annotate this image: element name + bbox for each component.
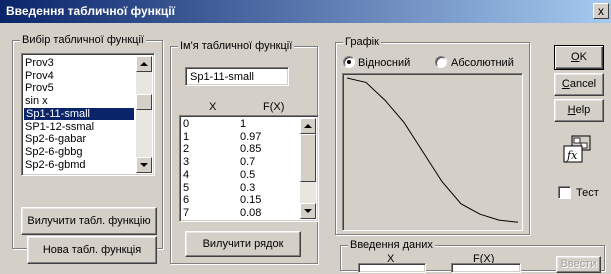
enter-button[interactable]: Ввести xyxy=(556,256,601,273)
table-cell-fx: 0.08 xyxy=(240,206,262,219)
graph-group: Графік Відносний Абсолютний xyxy=(335,36,530,235)
delete-function-button[interactable]: Вилучити табл. функцію xyxy=(21,207,157,235)
help-mnemonic: H xyxy=(567,104,576,116)
function-name-input[interactable]: Sp1-11-small xyxy=(185,67,289,86)
table-scroll-down-button[interactable] xyxy=(300,203,316,219)
radio-relative-label[interactable]: Відносний xyxy=(358,57,410,69)
table-scrollbar[interactable] xyxy=(300,118,316,219)
function-list-item[interactable]: Sp2-6-gbmd xyxy=(25,159,86,171)
scroll-down-button[interactable] xyxy=(136,157,152,173)
ok-mnemonic: O xyxy=(571,51,580,63)
function-list-item[interactable]: SP1-12-ssmal xyxy=(25,121,94,133)
table-grid[interactable]: 0 1 1 0.97 2 0.85 3 0.7 4 0.5 5 0.3 6 0.15 7 0.08 xyxy=(179,115,319,222)
function-name-legend: Ім'я табличної функції xyxy=(178,40,295,52)
dialog-window: Введення табличної функції x Вибір табли… xyxy=(0,0,611,274)
help-button[interactable]: Help xyxy=(554,99,604,122)
table-cell-fx: 0.5 xyxy=(240,168,256,181)
table-cell-fx: 0.3 xyxy=(240,181,256,194)
column-x-header: X xyxy=(209,101,217,113)
delete-function-label: Вилучити табл. функцію xyxy=(27,215,151,227)
function-list-item[interactable]: sin x xyxy=(25,95,48,107)
scroll-thumb[interactable] xyxy=(136,94,152,110)
table-cell-x: 7 xyxy=(183,206,190,219)
cancel-mnemonic: C xyxy=(561,78,570,90)
radio-absolute-label[interactable]: Абсолютний xyxy=(451,57,514,69)
ok-button[interactable]: OK xyxy=(554,45,604,70)
function-list-item[interactable]: Sp2-6-gbbg xyxy=(25,146,83,158)
cancel-button[interactable]: Cancel xyxy=(554,73,604,96)
radio-relative[interactable] xyxy=(343,56,355,68)
function-name-value: Sp1-11-small xyxy=(190,71,254,83)
table-cell-x: 1 xyxy=(183,130,190,143)
graph-curve-svg xyxy=(346,77,519,223)
scroll-up-icon xyxy=(140,62,148,66)
enter-button-label: Ввести xyxy=(560,258,597,270)
window-title: Введення табличної функції xyxy=(6,4,175,18)
table-cell-x: 5 xyxy=(183,181,190,194)
test-checkbox-label[interactable]: Тест xyxy=(576,187,599,199)
input-fx-field[interactable] xyxy=(451,263,521,273)
graph-area xyxy=(342,73,523,231)
function-list-item[interactable]: Prov4 xyxy=(25,70,54,82)
close-button[interactable]: x xyxy=(593,3,609,19)
table-cell-x: 4 xyxy=(183,168,190,181)
function-name-group: Ім'я табличної функції Sp1-11-small X F(… xyxy=(170,40,319,264)
table-cell-x: 0 xyxy=(183,118,190,130)
table-cell-fx: 0.7 xyxy=(240,156,256,169)
function-list-scrollbar[interactable] xyxy=(136,56,152,173)
scroll-down-icon xyxy=(140,163,148,167)
function-list-item[interactable]: Sp2-6-gabar xyxy=(25,133,86,145)
scroll-up-button[interactable] xyxy=(136,56,152,72)
graph-series-line xyxy=(346,77,519,223)
select-function-legend: Вибір табличної функції xyxy=(20,34,146,46)
column-fx-header: F(X) xyxy=(263,101,285,113)
function-list-item[interactable]: Prov5 xyxy=(25,82,54,94)
help-label: elp xyxy=(575,104,591,116)
ok-label: K xyxy=(579,51,587,63)
function-list-item[interactable]: Sp1-11-small xyxy=(24,107,134,120)
fx-function-icon: fx xyxy=(563,135,591,163)
table-cell-x: 3 xyxy=(183,156,190,169)
table-cell-x: 2 xyxy=(183,143,190,156)
graph-legend: Графік xyxy=(343,36,381,48)
radio-absolute[interactable] xyxy=(435,56,447,68)
scroll-up-icon xyxy=(304,124,312,128)
table-cell-fx: 0.15 xyxy=(240,194,262,207)
input-x-field[interactable] xyxy=(358,263,426,273)
table-scroll-thumb[interactable] xyxy=(300,134,316,182)
table-cell-x: 6 xyxy=(183,194,190,207)
delete-row-button[interactable]: Вилучити рядок xyxy=(185,231,301,257)
new-function-label: Нова табл. функція xyxy=(42,244,142,256)
function-list[interactable]: Prov3 Prov4 Prov5 sin x Sp1-11-small SP1-12-s… xyxy=(21,53,155,176)
table-cell-fx: 0.85 xyxy=(240,143,262,156)
close-icon: x xyxy=(598,4,604,18)
test-checkbox[interactable] xyxy=(558,186,571,199)
table-cell-fx: 0.97 xyxy=(240,130,262,143)
scroll-down-icon xyxy=(304,209,312,213)
function-list-item[interactable]: Prov3 xyxy=(25,57,54,69)
new-function-button[interactable]: Нова табл. функція xyxy=(27,236,157,264)
delete-row-label: Вилучити рядок xyxy=(202,238,284,250)
cancel-label: ancel xyxy=(569,78,597,90)
select-function-group: Вибір табличної функції Prov3 Prov4 Prov5 s… xyxy=(12,34,163,249)
table-scroll-up-button[interactable] xyxy=(300,118,316,134)
svg-text:fx: fx xyxy=(566,149,578,162)
title-bar: Введення табличної функції x xyxy=(0,0,611,23)
data-input-legend: Введення даних xyxy=(348,239,435,251)
table-cell-fx: 1 xyxy=(240,118,247,130)
